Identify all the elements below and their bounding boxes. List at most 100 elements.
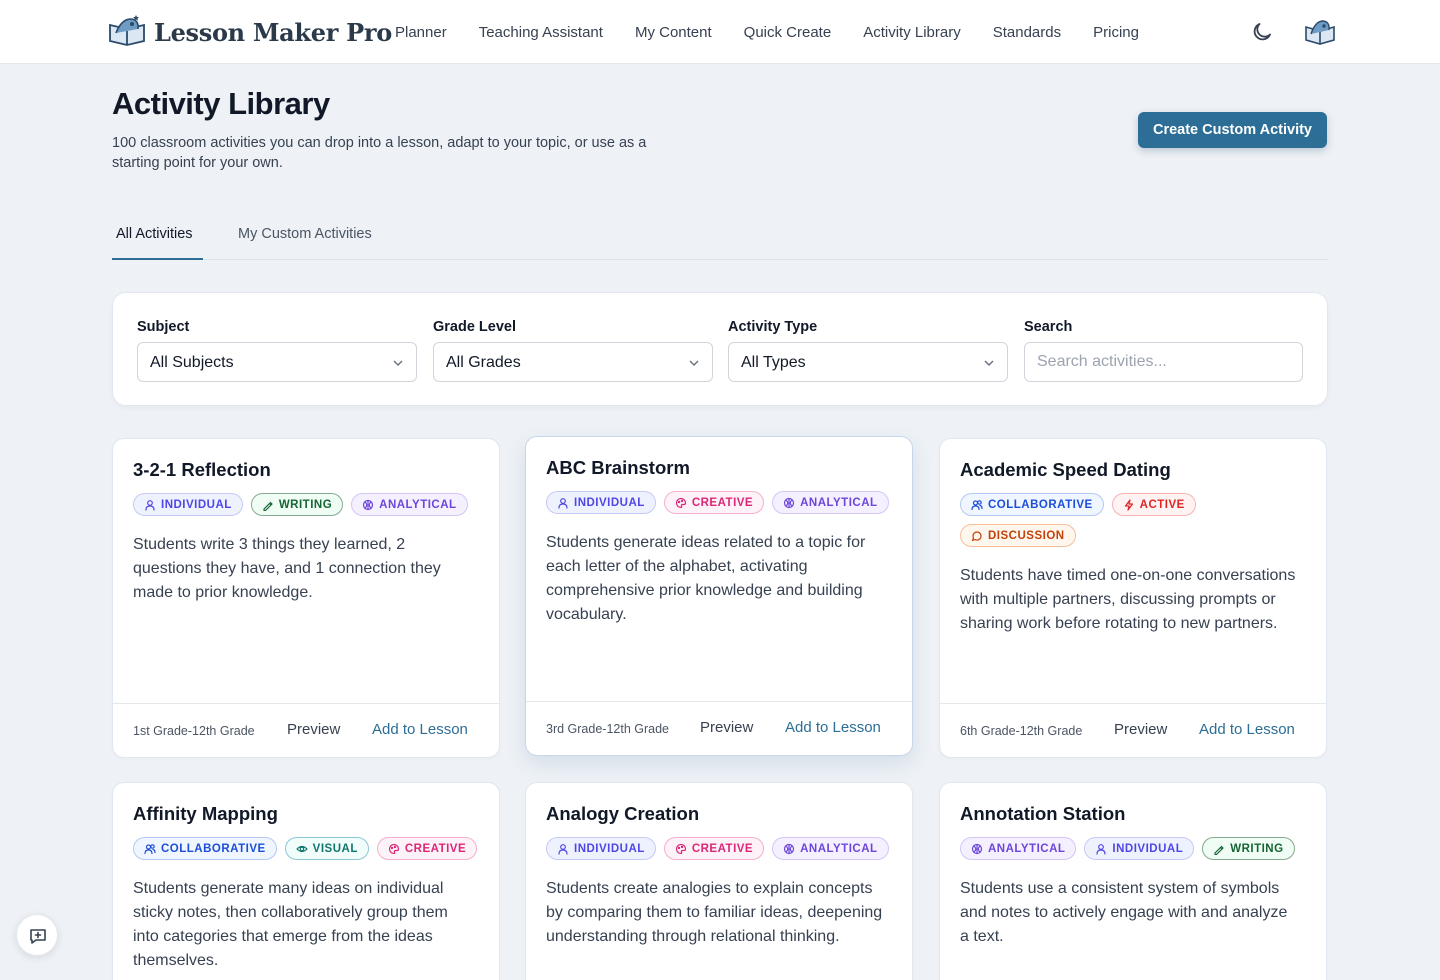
users-icon	[971, 499, 983, 510]
search-filter: Search	[1024, 319, 1304, 382]
tag-badge: Analytical	[351, 493, 468, 516]
grade-range: 3rd Grade-12th Grade	[546, 722, 669, 736]
tag-label: Creative	[691, 842, 754, 855]
tag-label: Individual	[1112, 842, 1184, 855]
add-to-lesson-button[interactable]: Add to Lesson	[1199, 721, 1295, 738]
type-select[interactable]: All Types	[728, 342, 1008, 382]
tab-all-activities[interactable]: All Activities	[112, 220, 203, 260]
activity-description: Students generate many ideas on individu…	[133, 880, 448, 969]
subject-label: Subject	[137, 319, 190, 335]
tag-label: Collaborative	[161, 842, 266, 855]
activity-card[interactable]: Analogy Creation Individual Creative Analyt…	[525, 782, 913, 980]
nav-pricing[interactable]: Pricing	[1093, 24, 1139, 41]
tag-badge: Analytical	[772, 491, 889, 514]
search-input[interactable]	[1024, 342, 1303, 382]
tag-label: Discussion	[988, 529, 1065, 542]
palette-icon	[675, 843, 686, 854]
pen-icon	[1214, 845, 1224, 855]
tag-badge: Writing	[250, 493, 344, 516]
card-footer: 1st Grade-12th Grade Preview Add to Lesson	[113, 703, 499, 757]
brain-icon	[971, 843, 983, 854]
tab-bar: All Activities My Custom Activities	[112, 220, 1328, 260]
tag-label: Individual	[574, 496, 645, 509]
filter-panel: Subject All Subjects Grade Level All Gra…	[112, 292, 1328, 406]
type-label: Activity Type	[728, 319, 818, 335]
tab-my-custom-activities[interactable]: My Custom Activities	[238, 220, 372, 260]
nav-my-content[interactable]: My Content	[635, 24, 712, 41]
tag-badge: Active	[1111, 493, 1196, 516]
tag-list: Individual Writing Analytical	[133, 493, 483, 516]
tag-list: Individual Creative Analytical	[546, 837, 896, 860]
grade-range: 1st Grade-12th Grade	[133, 724, 255, 738]
tag-badge: Analytical	[960, 837, 1077, 860]
tag-badge: Creative	[663, 491, 765, 514]
tag-badge: Writing	[1202, 837, 1295, 860]
tag-label: Writing	[278, 498, 333, 511]
search-label: Search	[1024, 319, 1073, 335]
tag-label: Analytical	[800, 496, 878, 509]
grade-label: Grade Level	[433, 319, 517, 335]
activity-card[interactable]: Academic Speed Dating Collaborative Active…	[939, 438, 1327, 758]
tag-badge: Creative	[663, 837, 765, 860]
nav-teaching-assistant[interactable]: Teaching Assistant	[479, 24, 603, 41]
activity-card[interactable]: Annotation Station Analytical Individual Wr…	[939, 782, 1327, 980]
preview-button[interactable]: Preview	[1114, 721, 1167, 738]
page-description: 100 classroom activities you can drop in…	[112, 135, 647, 171]
type-filter: Activity Type All Types	[728, 319, 1008, 382]
user-icon	[558, 843, 568, 855]
chevron-down-icon	[393, 360, 403, 367]
main-nav: Planner Teaching Assistant My Content Qu…	[395, 0, 1171, 64]
tag-label: Individual	[161, 498, 232, 511]
moon-icon[interactable]	[1250, 20, 1274, 44]
activity-card[interactable]: ABC Brainstorm Individual Creative Analytic…	[525, 436, 913, 756]
add-to-lesson-button[interactable]: Add to Lesson	[372, 721, 468, 738]
preview-button[interactable]: Preview	[287, 721, 340, 738]
chat-icon	[971, 530, 982, 541]
eye-icon	[296, 845, 308, 852]
brand[interactable]: Lesson Maker Pro	[106, 8, 392, 56]
page-title: Activity Library	[112, 86, 330, 121]
user-icon	[1096, 843, 1107, 855]
add-to-lesson-button[interactable]: Add to Lesson	[785, 719, 881, 736]
nav-activity-library[interactable]: Activity Library	[863, 24, 961, 41]
preview-button[interactable]: Preview	[700, 719, 753, 736]
grade-value: All Grades	[446, 354, 521, 371]
activity-card[interactable]: 3-2-1 Reflection Individual Writing Analyti…	[112, 438, 500, 758]
activity-card[interactable]: Affinity Mapping Collaborative Visual Creat…	[112, 782, 500, 980]
subject-select[interactable]: All Subjects	[137, 342, 417, 382]
type-value: All Types	[741, 354, 806, 371]
tag-label: Writing	[1230, 842, 1284, 855]
message-plus-icon	[30, 929, 46, 944]
brain-icon	[784, 843, 795, 854]
tag-list: Analytical Individual Writing	[960, 837, 1310, 860]
subject-value: All Subjects	[150, 354, 234, 371]
nav-quick-create[interactable]: Quick Create	[744, 24, 832, 41]
feedback-button[interactable]	[16, 914, 58, 956]
tag-label: Analytical	[379, 498, 457, 511]
tag-label: Visual	[312, 842, 358, 855]
tag-badge: Individual	[546, 837, 656, 860]
create-custom-activity-button[interactable]: Create Custom Activity	[1138, 112, 1327, 148]
activity-title: Affinity Mapping	[133, 803, 278, 824]
tag-label: Creative	[691, 496, 754, 509]
user-icon	[558, 497, 568, 509]
nav-planner[interactable]: Planner	[395, 24, 447, 41]
tag-badge: Creative	[376, 837, 478, 860]
tag-list: Collaborative Active Discussion	[960, 493, 1310, 547]
brain-icon	[363, 499, 374, 510]
activity-title: Academic Speed Dating	[960, 459, 1171, 480]
activity-title: Annotation Station	[960, 803, 1126, 824]
tag-badge: Collaborative	[133, 837, 277, 860]
nav-standards[interactable]: Standards	[993, 24, 1061, 41]
tag-badge: Discussion	[960, 524, 1076, 547]
grade-select[interactable]: All Grades	[433, 342, 713, 382]
subject-filter: Subject All Subjects	[137, 319, 417, 382]
palette-icon	[675, 497, 686, 508]
tag-label: Creative	[404, 842, 467, 855]
brain-icon	[784, 497, 795, 508]
avatar[interactable]	[1302, 14, 1338, 50]
tag-badge: Analytical	[772, 837, 889, 860]
top-navigation-bar: Lesson Maker Pro Planner Teaching Assist…	[0, 0, 1440, 64]
tag-badge: Individual	[133, 493, 243, 516]
card-footer: 3rd Grade-12th Grade Preview Add to Lesson	[526, 701, 912, 755]
